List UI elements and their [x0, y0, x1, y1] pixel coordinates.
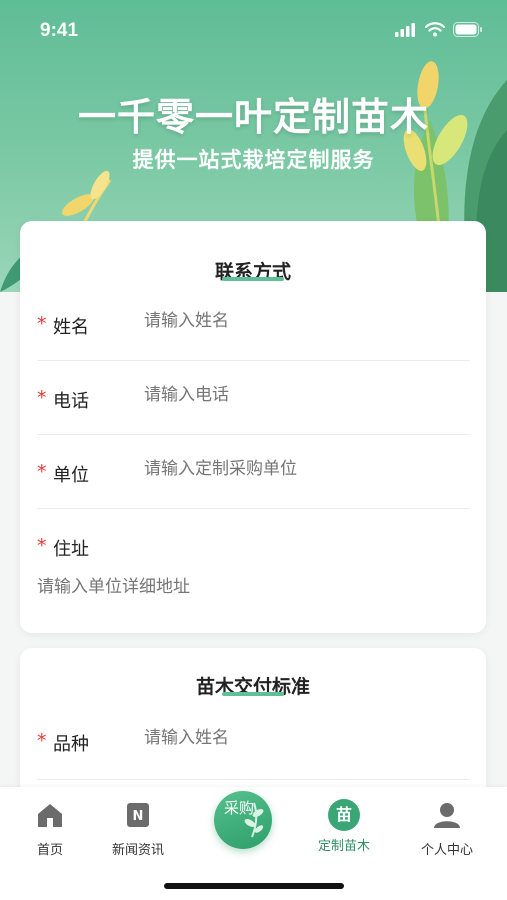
company-input[interactable]	[144, 459, 464, 479]
phone-input[interactable]	[144, 385, 464, 405]
name-label: 姓名	[53, 317, 89, 338]
company-label: 单位	[53, 465, 89, 486]
purchase-label: 采购	[224, 799, 255, 817]
status-time: 9:41	[40, 20, 79, 41]
required-mark: *	[37, 535, 47, 557]
required-mark: *	[37, 387, 47, 409]
required-mark: *	[37, 313, 47, 335]
phone-field: * 电话	[37, 361, 470, 435]
battery-icon	[453, 22, 482, 37]
tab-label: 首页	[36, 843, 63, 858]
tab-label: 新闻资讯	[111, 843, 164, 858]
variety-field: * 品种	[37, 706, 470, 780]
title-underline	[222, 692, 284, 696]
company-field: * 单位	[37, 435, 470, 509]
required-mark: *	[37, 730, 47, 752]
signal-icon	[395, 22, 415, 37]
address-label: 住址	[53, 539, 89, 560]
status-bar: 9:41	[0, 0, 507, 62]
tab-custom-seedlings[interactable]: 苗 定制苗木	[299, 799, 389, 854]
news-icon: N	[127, 803, 149, 827]
status-icons	[395, 22, 483, 37]
tab-news[interactable]: N 新闻资讯	[93, 799, 183, 858]
svg-text:N: N	[133, 809, 144, 824]
hero-subtitle: 提供一站式栽培定制服务	[132, 148, 375, 172]
required-mark: *	[37, 461, 47, 483]
variety-label: 品种	[53, 734, 89, 755]
hero-title: 一千零一叶定制苗木	[77, 95, 429, 139]
wifi-icon	[425, 22, 445, 37]
contact-card-title: 联系方式	[214, 261, 291, 283]
variety-input[interactable]	[144, 728, 464, 748]
home-icon	[38, 804, 62, 827]
title-underline	[222, 277, 284, 281]
phone-label: 电话	[53, 391, 89, 412]
tab-home[interactable]: 首页	[5, 799, 95, 858]
address-field: * 住址	[37, 509, 470, 609]
tab-label: 个人中心	[420, 843, 473, 858]
contact-card: 联系方式 * 姓名 * 电话 * 单位 * 住址	[20, 221, 486, 633]
user-icon	[434, 803, 460, 828]
tab-profile[interactable]: 个人中心	[402, 799, 492, 858]
purchase-button[interactable]: 采购	[214, 791, 272, 849]
tab-label: 定制苗木	[317, 839, 370, 854]
delivery-card-title: 苗木交付标准	[195, 676, 310, 698]
address-input[interactable]	[37, 577, 467, 597]
name-field: * 姓名	[37, 287, 470, 361]
home-indicator	[164, 883, 344, 889]
seedling-icon: 苗	[328, 799, 360, 831]
name-input[interactable]	[144, 311, 464, 331]
